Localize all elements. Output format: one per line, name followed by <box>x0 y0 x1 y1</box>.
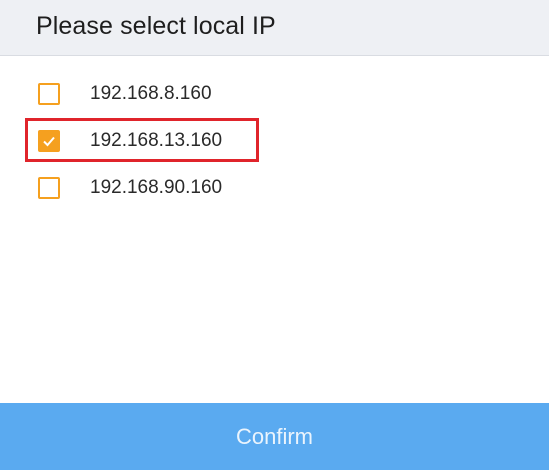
ip-option-2-checkbox[interactable] <box>38 130 60 152</box>
ip-option-2[interactable]: 192.168.13.160 <box>38 127 222 155</box>
confirm-button[interactable]: Confirm <box>0 403 549 470</box>
ip-option-3-checkbox[interactable] <box>38 177 60 199</box>
ip-option-1[interactable]: 192.168.8.160 <box>38 80 212 108</box>
dialog-header: Please select local IP <box>0 0 549 56</box>
dialog-title: Please select local IP <box>36 12 276 40</box>
ip-option-2-label: 192.168.13.160 <box>90 130 223 151</box>
checkmark-icon <box>43 136 55 147</box>
ip-option-3[interactable]: 192.168.90.160 <box>38 174 222 202</box>
ip-option-1-label: 192.168.8.160 <box>90 83 212 104</box>
ip-option-3-label: 192.168.90.160 <box>90 177 223 198</box>
select-ip-dialog: Please select local IP 192.168.8.160 192… <box>0 0 549 470</box>
ip-option-1-checkbox[interactable] <box>38 83 60 105</box>
